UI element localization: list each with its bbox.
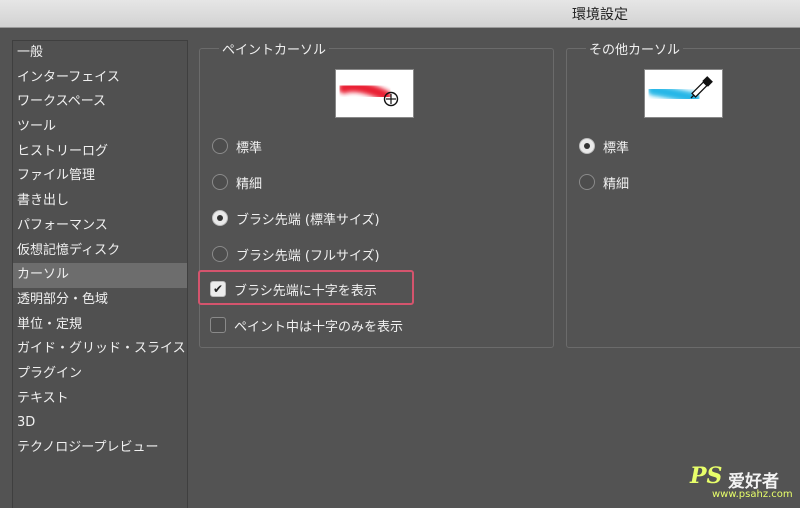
other-cursor-group: その他カーソル 標準 精細 (566, 39, 800, 348)
sidebar-item-3d[interactable]: 3D (13, 411, 187, 436)
paint-radio-standard[interactable]: 標準 (212, 135, 262, 157)
sidebar-item-transparency-gamut[interactable]: 透明部分・色域 (13, 288, 187, 313)
sidebar-item-scratch-disks[interactable]: 仮想記憶ディスク (13, 239, 187, 264)
radio-label: 標準 (603, 140, 630, 156)
radio-button-selected[interactable] (579, 138, 595, 154)
checkbox-unchecked[interactable] (210, 317, 226, 333)
window-title: 環境設定 (572, 7, 628, 23)
sidebar-item-interface[interactable]: インターフェイス (13, 66, 187, 91)
sidebar-item-units-rulers[interactable]: 単位・定規 (13, 313, 187, 338)
highlight-box (198, 270, 414, 305)
radio-label: ブラシ先端 (標準サイズ) (236, 212, 380, 228)
sidebar-item-guides-grid-slices[interactable]: ガイド・グリッド・スライス (13, 337, 187, 362)
radio-label: 標準 (236, 140, 263, 156)
paint-radio-precise[interactable]: 精細 (212, 171, 262, 193)
watermark-logo: PS 爱好者 www.psahz.com (690, 463, 794, 503)
other-cursor-preview (644, 69, 723, 118)
sidebar-item-technology-previews[interactable]: テクノロジープレビュー (13, 436, 187, 461)
watermark-url: www.psahz.com (712, 489, 793, 500)
other-radio-standard[interactable]: 標準 (579, 135, 629, 157)
sidebar-item-type[interactable]: テキスト (13, 387, 187, 412)
preferences-sidebar: 一般 インターフェイス ワークスペース ツール ヒストリーログ ファイル管理 書… (12, 40, 188, 508)
radio-label: 精細 (236, 176, 263, 192)
sidebar-item-history-log[interactable]: ヒストリーログ (13, 140, 187, 165)
sidebar-item-workspace[interactable]: ワークスペース (13, 90, 187, 115)
paint-cursor-preview (335, 69, 414, 118)
checkbox-label: ペイント中は十字のみを表示 (234, 319, 404, 335)
radio-button[interactable] (212, 138, 228, 154)
sidebar-item-cursors[interactable]: カーソル (13, 263, 187, 288)
radio-button[interactable] (579, 174, 595, 190)
red-brush-stroke-icon (338, 81, 399, 107)
radio-button[interactable] (212, 174, 228, 190)
sidebar-item-general[interactable]: 一般 (13, 41, 187, 66)
radio-label: ブラシ先端 (フルサイズ) (236, 248, 380, 264)
checkbox-crosshair-while-painting[interactable]: ペイント中は十字のみを表示 (210, 314, 403, 336)
window-titlebar: 環境設定 (0, 0, 800, 28)
radio-label: 精細 (603, 176, 630, 192)
paint-radio-brush-full[interactable]: ブラシ先端 (フルサイズ) (212, 243, 380, 265)
other-radio-precise[interactable]: 精細 (579, 171, 629, 193)
paint-cursor-legend: ペイントカーソル (219, 39, 330, 58)
eyedropper-icon (647, 76, 713, 104)
sidebar-item-tools[interactable]: ツール (13, 115, 187, 140)
other-cursor-legend: その他カーソル (586, 39, 684, 58)
sidebar-item-export[interactable]: 書き出し (13, 189, 187, 214)
radio-button-selected[interactable] (212, 210, 228, 226)
sidebar-item-plugins[interactable]: プラグイン (13, 362, 187, 387)
sidebar-item-performance[interactable]: パフォーマンス (13, 214, 187, 239)
paint-radio-brush-normal[interactable]: ブラシ先端 (標準サイズ) (212, 207, 380, 229)
sidebar-item-file-handling[interactable]: ファイル管理 (13, 164, 187, 189)
radio-button[interactable] (212, 246, 228, 262)
watermark-brand: PS (690, 463, 723, 489)
